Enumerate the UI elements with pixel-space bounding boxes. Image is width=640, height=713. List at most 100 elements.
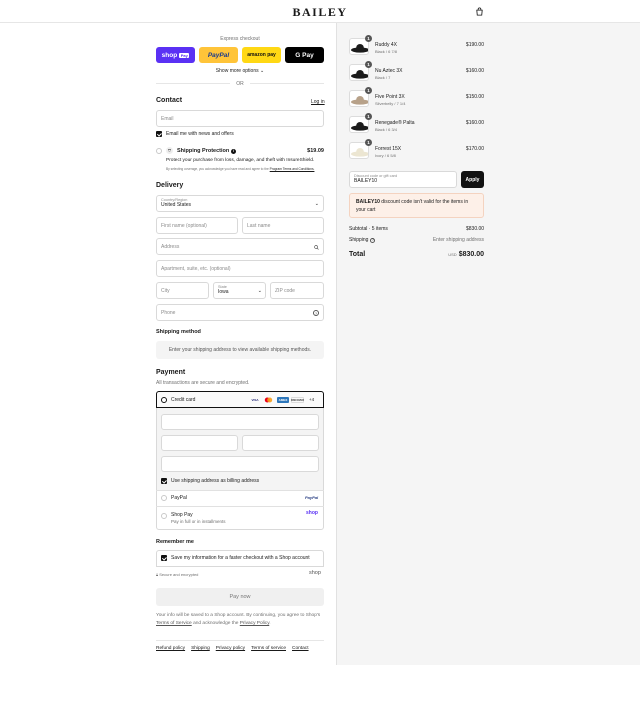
protection-title-row: Shipping Protection i xyxy=(177,148,237,154)
protection-desc: Protect your purchase from loss, damage,… xyxy=(166,158,315,163)
info-icon[interactable]: i xyxy=(231,148,237,154)
product-price: $190.00 xyxy=(465,42,484,48)
help-icon[interactable]: ? xyxy=(313,310,319,316)
secure-row: 🔒︎ Secure and encrypted xyxy=(156,572,198,577)
total-value: $830.00 xyxy=(458,251,484,258)
shop-logo-icon: shop xyxy=(309,570,321,576)
discount-value: BAILEY10 xyxy=(354,178,378,184)
product-price: $160.00 xyxy=(465,120,484,126)
product-price: $150.00 xyxy=(465,94,484,100)
disclaimer-text: Your info will be saved to a Shop accoun… xyxy=(156,613,321,618)
protection-toggle[interactable] xyxy=(156,148,162,154)
chevron-down-icon: ⌄ xyxy=(260,68,265,74)
city-input[interactable]: City xyxy=(156,282,209,299)
credit-card-radio[interactable] xyxy=(161,397,167,403)
secure-text: Secure and encrypted xyxy=(159,572,199,577)
state-select[interactable]: State Iowa ⌄ xyxy=(213,282,266,299)
apply-button[interactable]: Apply xyxy=(461,171,484,188)
product-name: Five Point 3X xyxy=(375,94,405,100)
quantity-badge: 1 xyxy=(365,139,372,146)
discount-error-banner: BAILEY10 discount code isn't valid for t… xyxy=(349,193,484,218)
terms-link[interactable]: Program Terms and Conditions. xyxy=(270,167,315,171)
shoppay-text: shop xyxy=(161,51,178,59)
login-link[interactable]: Log in xyxy=(311,99,325,105)
shoppay-express-button[interactable]: shop Pay xyxy=(156,47,195,63)
product-variant: Black / 6 7/8 xyxy=(375,49,398,54)
payment-subtitle: All transactions are secure and encrypte… xyxy=(156,380,250,386)
express-checkout-label: Express checkout xyxy=(220,36,260,42)
save-info-checkbox[interactable] xyxy=(161,555,167,561)
address-input[interactable]: Address xyxy=(156,238,324,255)
security-code-field[interactable] xyxy=(242,435,319,451)
save-info-label: Save my information for a faster checkou… xyxy=(171,555,310,561)
refund-policy-link[interactable]: Refund policy xyxy=(156,646,185,651)
country-value: United States xyxy=(161,202,192,208)
country-select[interactable]: Country/Region United States ⌄ xyxy=(156,195,324,212)
delivery-title: Delivery xyxy=(156,182,184,189)
product-price: $160.00 xyxy=(465,68,484,74)
amazonpay-express-button[interactable]: amazon pay xyxy=(242,47,281,63)
shoppay-radio[interactable] xyxy=(161,513,167,519)
protection-legal: By selecting coverage, you acknowledge y… xyxy=(166,167,314,171)
paypal-express-button[interactable]: PayPal xyxy=(199,47,238,63)
tos-link[interactable]: Terms of Service xyxy=(156,621,192,626)
product-name: Forrest 15X xyxy=(375,146,402,152)
card-number-field[interactable] xyxy=(161,414,319,430)
product-name: Ruddy 4X xyxy=(375,42,397,48)
product-variant: Ivory / 6 5/8 xyxy=(375,153,396,158)
chevron-down-icon: ⌄ xyxy=(257,288,262,294)
shoppay-option-label: Shop Pay xyxy=(171,512,193,518)
paypal-logo-icon: PayPal xyxy=(305,495,319,500)
contact-link[interactable]: Contact xyxy=(292,646,309,651)
footer-links: Refund policy Shipping Privacy policy Te… xyxy=(156,646,309,651)
shoppay-option-sub: Pay in full or in installments xyxy=(171,519,226,524)
news-checkbox[interactable] xyxy=(156,131,162,137)
product-name: Nu Aztec 3X xyxy=(375,68,403,74)
gpay-express-button[interactable]: G Pay xyxy=(285,47,324,63)
brand-logo[interactable]: BAILEY xyxy=(0,5,640,20)
more-cards-count: +4 xyxy=(309,397,315,402)
shipping-method-message: Enter your shipping address to view avai… xyxy=(156,341,324,359)
last-name-input[interactable]: Last name xyxy=(242,217,324,234)
total-label: Total xyxy=(349,251,366,258)
product-name: Renegade® Palta xyxy=(375,120,415,126)
address-placeholder: Address xyxy=(161,243,180,250)
phone-input[interactable]: Phone ? xyxy=(156,304,324,321)
total-value-row: USD $830.00 xyxy=(420,251,484,258)
terms-of-service-link[interactable]: Terms of service xyxy=(251,646,286,651)
error-code: BAILEY10 xyxy=(356,199,380,205)
email-input[interactable]: Email xyxy=(156,110,324,127)
show-more-options[interactable]: Show more options ⌄ xyxy=(156,68,324,74)
remember-title: Remember me xyxy=(156,539,194,545)
shipping-link[interactable]: Shipping xyxy=(191,646,210,651)
name-on-card-field[interactable] xyxy=(161,456,319,472)
lock-icon: 🔒︎ xyxy=(156,572,159,577)
or-divider-label: OR xyxy=(230,81,250,87)
paypal-option-label: PayPal xyxy=(171,495,187,501)
discount-input[interactable]: Discount code or gift card BAILEY10 xyxy=(349,171,457,188)
billing-checkbox[interactable] xyxy=(161,478,167,484)
quantity-badge: 1 xyxy=(365,113,372,120)
divider xyxy=(156,506,324,507)
cart-bag-icon[interactable] xyxy=(475,7,484,18)
payment-title: Payment xyxy=(156,369,186,376)
paypal-radio[interactable] xyxy=(161,495,167,501)
search-icon xyxy=(314,245,319,250)
product-price: $170.00 xyxy=(465,146,484,152)
divider xyxy=(156,640,324,641)
expiry-field[interactable] xyxy=(161,435,238,451)
privacy-link[interactable]: Privacy Policy xyxy=(240,621,270,626)
divider xyxy=(156,490,324,491)
billing-label: Use shipping address as billing address xyxy=(171,478,260,484)
currency-code: USD xyxy=(448,252,457,257)
shipping-row-label: Shipping ? xyxy=(349,237,376,243)
first-name-input[interactable]: First name (optional) xyxy=(156,217,238,234)
privacy-policy-link[interactable]: Privacy policy xyxy=(216,646,245,651)
pay-now-button[interactable]: Pay now xyxy=(156,588,324,606)
phone-placeholder: Phone xyxy=(161,309,176,316)
quantity-badge: 1 xyxy=(365,87,372,94)
apartment-input[interactable]: Apartment, suite, etc. (optional) xyxy=(156,260,324,277)
zip-input[interactable]: ZIP code xyxy=(270,282,324,299)
show-more-label: Show more options xyxy=(215,68,259,74)
info-icon[interactable]: ? xyxy=(370,237,376,243)
